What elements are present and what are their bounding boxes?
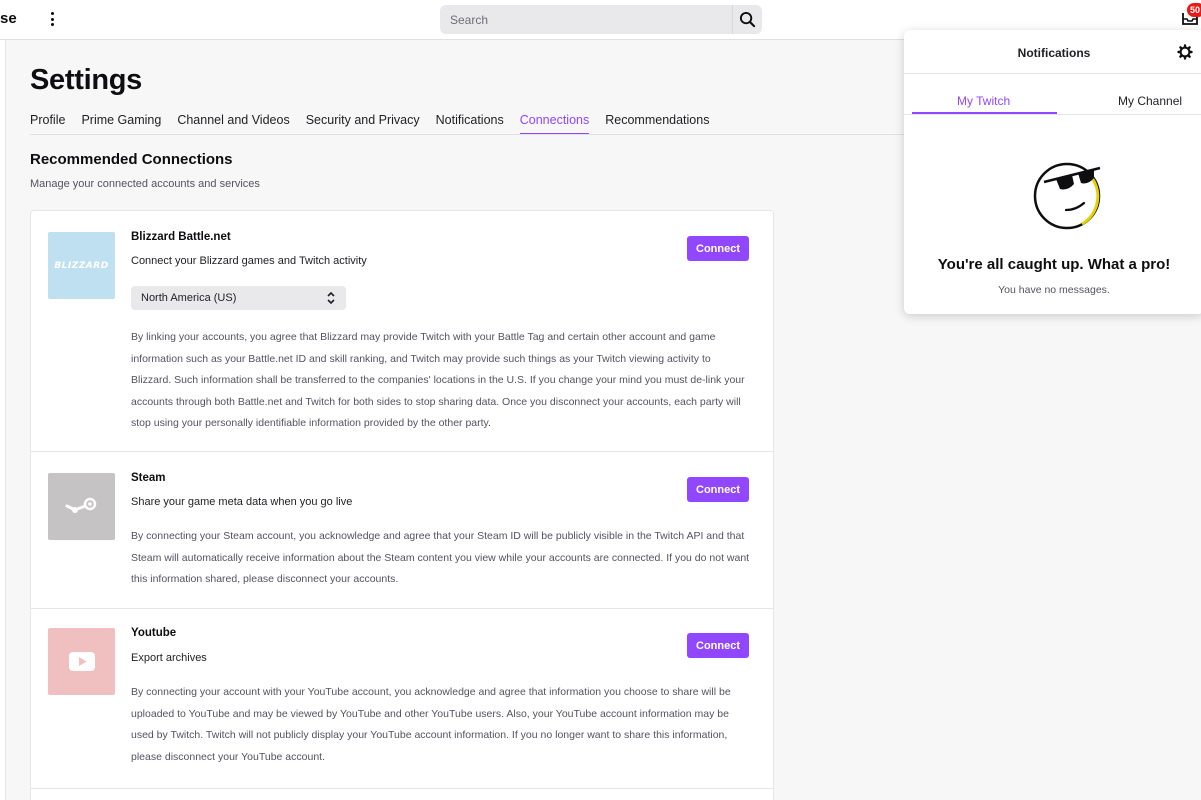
notifications-tabs-divider xyxy=(904,114,1201,115)
notifications-header-divider xyxy=(904,73,1201,74)
connection-name: Blizzard Battle.net xyxy=(131,231,231,243)
connect-youtube-button[interactable]: Connect xyxy=(687,633,749,658)
section-subtitle: Manage your connected accounts and servi… xyxy=(30,178,260,190)
tab-prime-gaming[interactable]: Prime Gaming xyxy=(81,113,161,135)
region-select[interactable]: North America (US) xyxy=(131,286,346,310)
connection-description: Connect your Blizzard games and Twitch a… xyxy=(131,255,367,267)
tab-recommendations[interactable]: Recommendations xyxy=(605,113,709,135)
youtube-logo xyxy=(48,628,115,695)
blizzard-logo: BLIZZARD xyxy=(48,232,115,299)
connections-card: BLIZZARD Blizzard Battle.net Connect you… xyxy=(30,210,774,800)
tabs-divider xyxy=(30,134,910,135)
youtube-play-icon xyxy=(68,652,95,671)
section-title: Recommended Connections xyxy=(30,151,233,168)
tab-notifications[interactable]: Notifications xyxy=(436,113,504,135)
cool-face-mascot-icon xyxy=(1033,162,1101,230)
connection-legal-text: By connecting your account with your You… xyxy=(131,686,731,763)
gear-icon[interactable] xyxy=(1177,44,1193,60)
connection-name: Youtube xyxy=(131,627,177,639)
connection-row-youtube: Youtube Export archives Connect By conne… xyxy=(31,609,773,789)
tab-security-and-privacy[interactable]: Security and Privacy xyxy=(306,113,420,135)
connection-legal-text: By linking your accounts, you agree that… xyxy=(131,331,745,429)
notification-count-badge: 50 xyxy=(1187,3,1201,17)
notifications-panel: Notifications My Twitch My Channel You'r… xyxy=(904,30,1201,314)
page-title: Settings xyxy=(30,64,142,96)
empty-state-title: You're all caught up. What a pro! xyxy=(937,256,1171,273)
search-icon xyxy=(739,11,756,28)
settings-tabs: Profile Prime Gaming Channel and Videos … xyxy=(30,113,709,135)
notifications-title: Notifications xyxy=(1017,46,1091,60)
empty-state-subtitle: You have no messages. xyxy=(998,284,1110,296)
more-options-icon[interactable] xyxy=(45,9,59,29)
side-nav-edge xyxy=(0,40,6,800)
connection-row-steam: Steam Share your game meta data when you… xyxy=(31,452,773,609)
connection-name: Steam xyxy=(131,472,166,484)
search-input[interactable] xyxy=(440,5,732,34)
connection-row-blizzard: BLIZZARD Blizzard Battle.net Connect you… xyxy=(31,211,773,452)
connection-legal-text: By connecting your Steam account, you ac… xyxy=(131,530,750,585)
tab-profile[interactable]: Profile xyxy=(30,113,65,135)
steam-icon xyxy=(65,497,96,513)
connection-description: Export archives xyxy=(131,652,207,664)
tab-my-twitch[interactable]: My Twitch xyxy=(957,94,1010,108)
tab-my-channel[interactable]: My Channel xyxy=(1118,94,1182,108)
steam-logo xyxy=(48,473,115,540)
connect-blizzard-button[interactable]: Connect xyxy=(687,236,749,261)
connection-description: Share your game meta data when you go li… xyxy=(131,496,353,508)
search-button[interactable] xyxy=(732,5,762,34)
tab-connections[interactable]: Connections xyxy=(519,113,590,135)
region-select-value: North America (US) xyxy=(141,292,237,304)
select-chevron-icon xyxy=(327,291,335,305)
connect-steam-button[interactable]: Connect xyxy=(687,477,749,502)
browse-link[interactable]: se xyxy=(0,10,17,27)
tab-channel-and-videos[interactable]: Channel and Videos xyxy=(177,113,289,135)
